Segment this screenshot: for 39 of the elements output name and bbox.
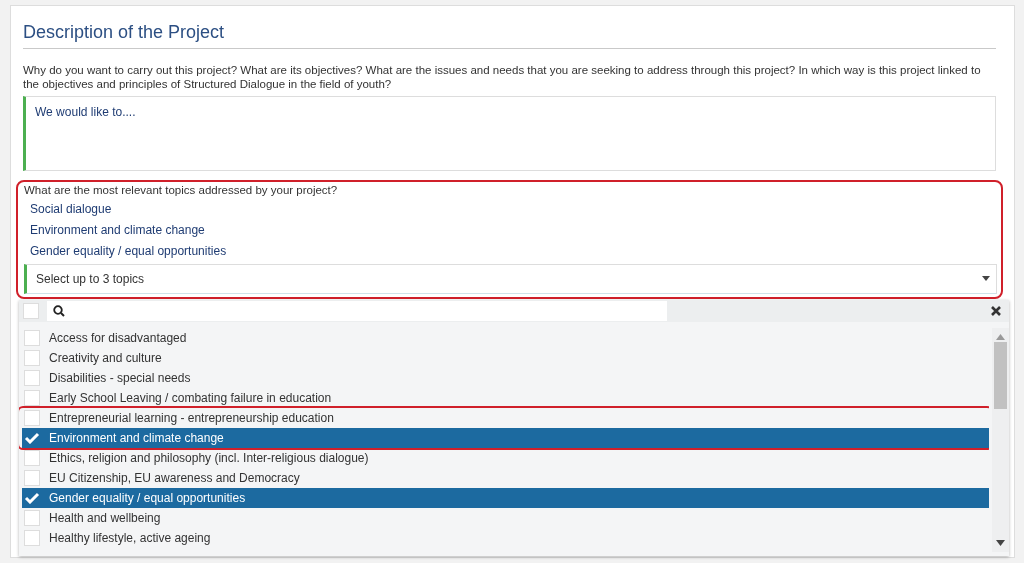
- scrollbar[interactable]: [992, 328, 1009, 552]
- checkbox[interactable]: [24, 510, 40, 526]
- topics-label: What are the most relevant topics addressed by your project?: [24, 182, 339, 197]
- topic-select[interactable]: Select up to 3 topics: [24, 263, 997, 294]
- checkbox[interactable]: [24, 370, 40, 386]
- topic-option[interactable]: Ethics, religion and philosophy (incl. Inter-religious dialogue): [22, 448, 989, 468]
- scroll-up-icon[interactable]: [996, 334, 1005, 340]
- topic-option[interactable]: EU Citizenship, EU awareness and Democracy: [22, 468, 989, 488]
- topic-option[interactable]: Health and wellbeing: [22, 508, 989, 528]
- checkbox[interactable]: [24, 470, 40, 486]
- topic-option[interactable]: Environment and climate change: [22, 428, 989, 448]
- topic-option[interactable]: Healthy lifestyle, active ageing: [22, 528, 989, 548]
- topic-option[interactable]: Access for disadvantaged: [22, 328, 989, 348]
- check-icon: [24, 492, 40, 504]
- topic-option[interactable]: Entrepreneurial learning - entrepreneurship education: [22, 408, 989, 428]
- selected-topic: Gender equality / equal opportunities: [29, 242, 228, 260]
- check-icon: [24, 432, 40, 444]
- selected-topic: Social dialogue: [29, 200, 113, 218]
- caret-icon: [982, 276, 990, 282]
- scroll-down-icon[interactable]: [996, 540, 1005, 546]
- topic-option[interactable]: Disabilities - special needs: [22, 368, 989, 388]
- section-title: Description of the Project: [23, 18, 996, 49]
- checkbox[interactable]: [24, 450, 40, 466]
- topic-option[interactable]: Creativity and culture: [22, 348, 989, 368]
- checkbox[interactable]: [24, 330, 40, 346]
- checkbox[interactable]: [24, 410, 40, 426]
- close-icon[interactable]: [991, 306, 1001, 316]
- topic-option[interactable]: Gender equality / equal opportunities: [22, 488, 989, 508]
- scrollbar-thumb[interactable]: [994, 342, 1007, 409]
- checkbox[interactable]: [24, 350, 40, 366]
- selected-topic: Environment and climate change: [29, 221, 206, 239]
- topic-option[interactable]: Early School Leaving / combating failure in education: [22, 388, 989, 408]
- select-all-checkbox[interactable]: [23, 303, 39, 319]
- search-icon: [53, 305, 65, 317]
- checkbox[interactable]: [24, 390, 40, 406]
- question-text: Why do you want to carry out this project? What are its objectives? What are the issues and needs that you are seeking to address through this project? In which way is this project linked to the objectives and principles of Structured Dialogue in the field of youth?: [23, 62, 982, 91]
- answer-field[interactable]: We would like to....: [23, 95, 996, 171]
- search-field[interactable]: [47, 301, 667, 321]
- checkbox[interactable]: [24, 530, 40, 546]
